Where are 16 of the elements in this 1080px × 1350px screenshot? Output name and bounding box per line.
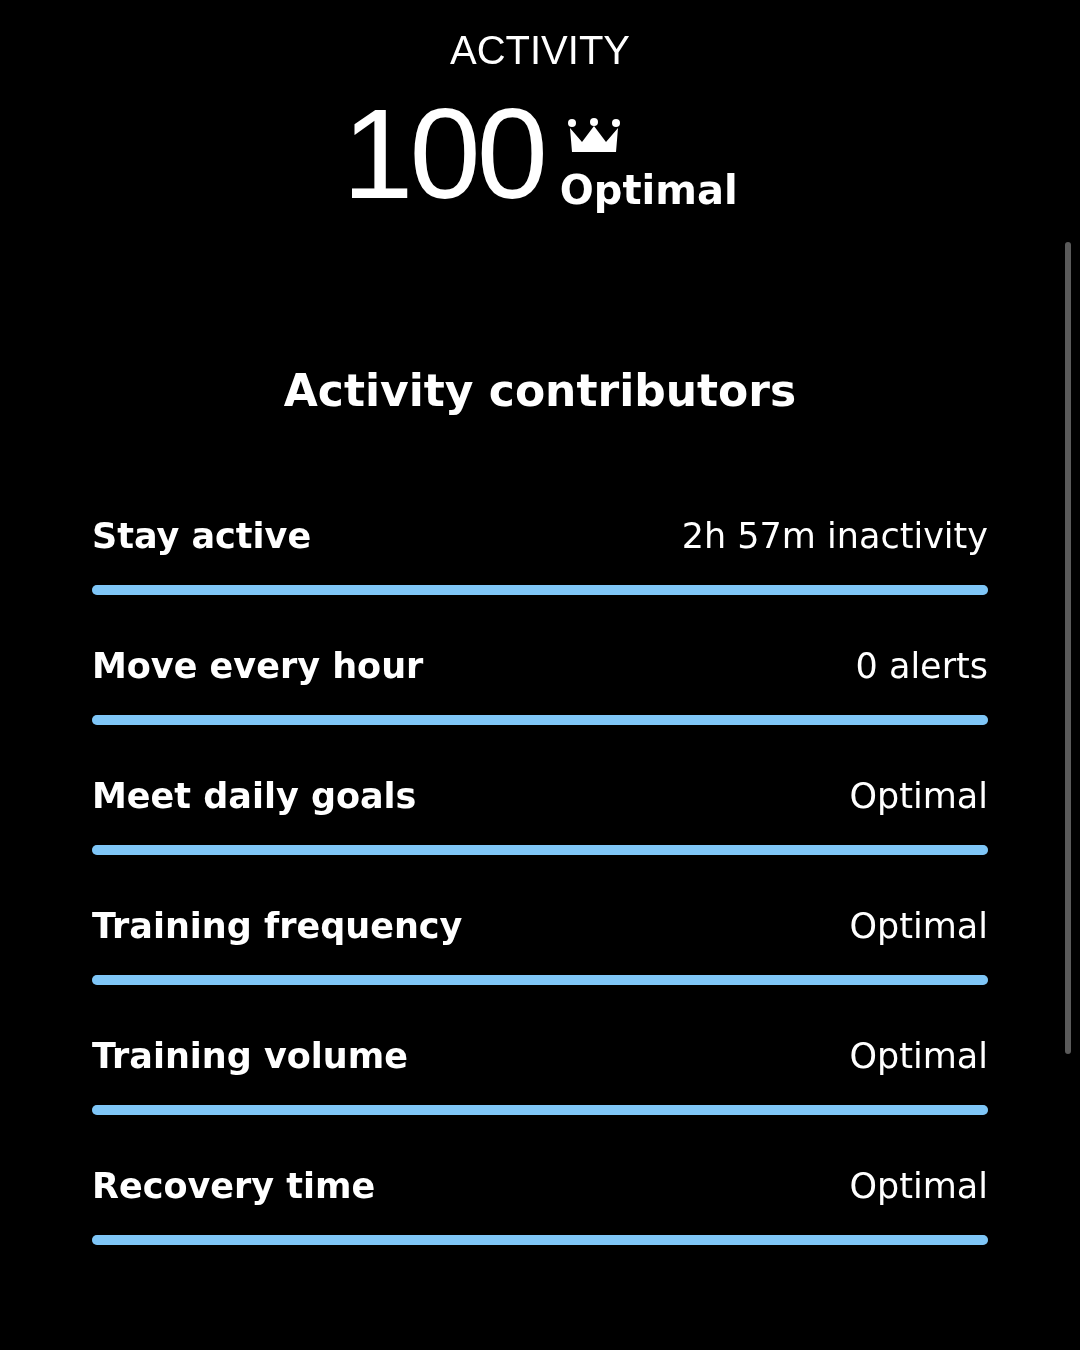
contributor-reading: Optimal: [849, 1165, 988, 1208]
contributor-reading: Optimal: [849, 775, 988, 818]
score-value: 100: [342, 90, 544, 218]
page-title: ACTIVITY: [450, 27, 630, 74]
section-title: Activity contributors: [283, 364, 797, 418]
crown-icon: [567, 118, 620, 154]
contributor-name: Meet daily goals: [92, 775, 417, 818]
contributor-reading: Optimal: [849, 905, 988, 948]
contributor-name: Recovery time: [92, 1165, 376, 1208]
contributor-name: Stay active: [92, 515, 312, 558]
contributor-reading: 0 alerts: [855, 645, 988, 688]
contributor-name: Training volume: [92, 1035, 408, 1078]
contributor-name: Move every hour: [92, 645, 424, 688]
contributor-reading: 2h 57m inactivity: [681, 515, 988, 558]
contributor-name: Training frequency: [92, 905, 463, 948]
contributor-reading: Optimal: [849, 1035, 988, 1078]
